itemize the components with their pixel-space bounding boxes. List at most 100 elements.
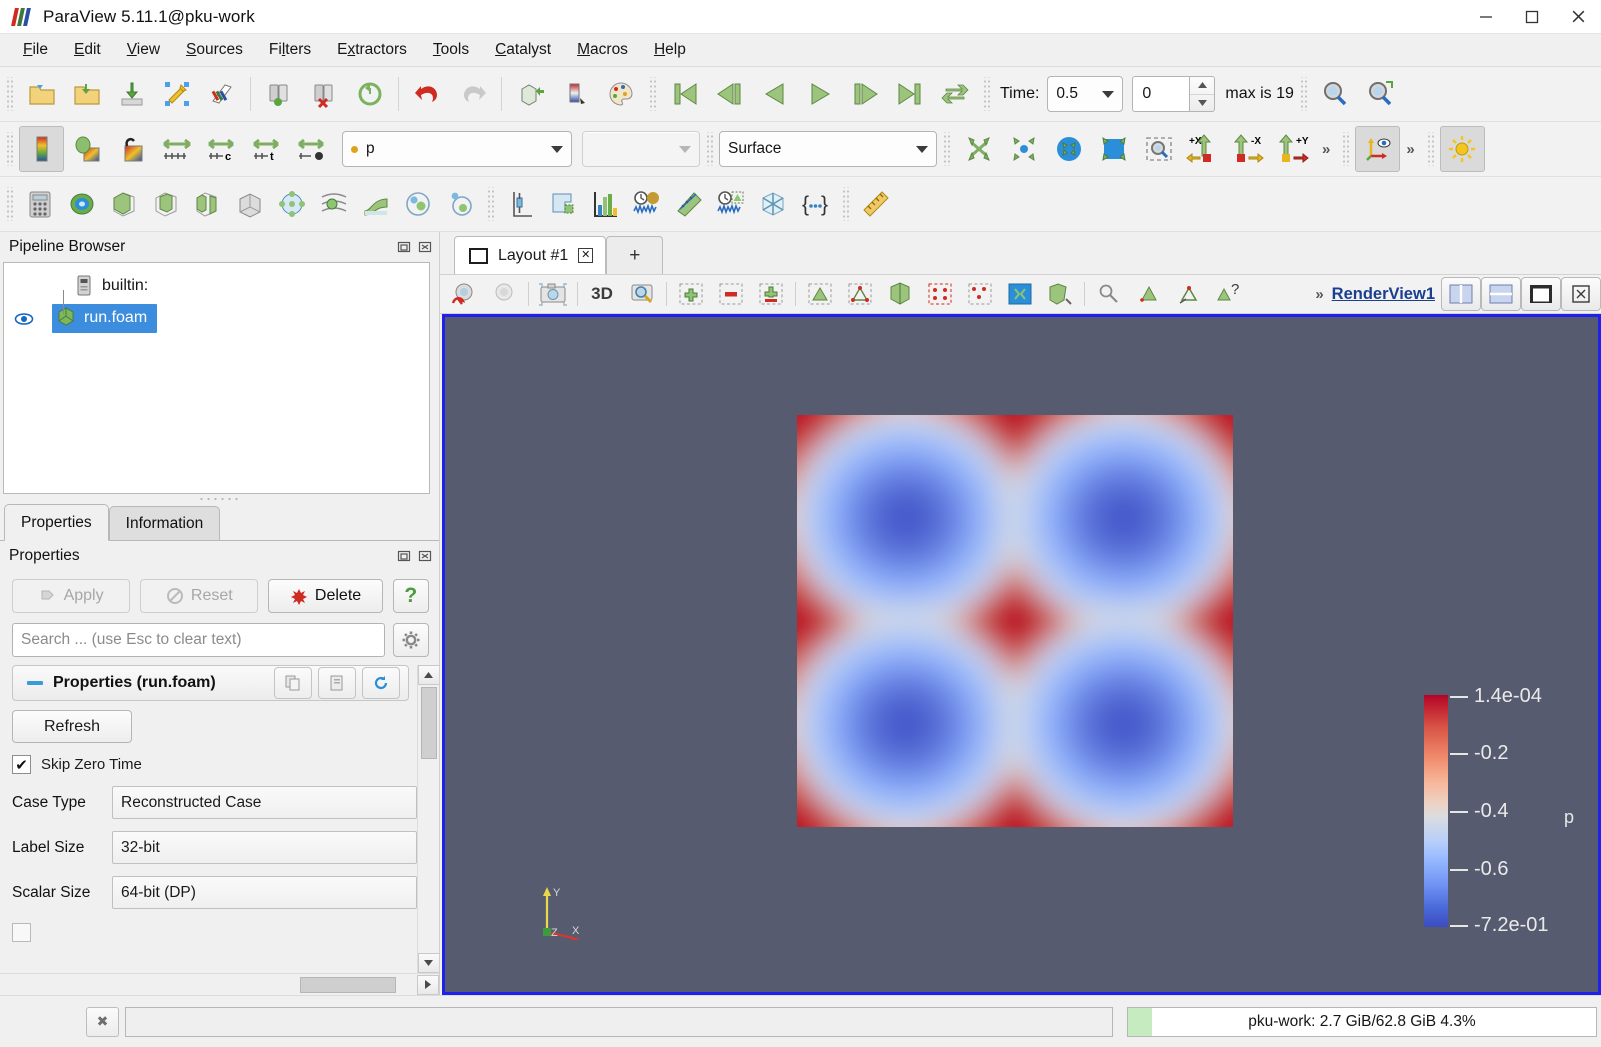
undo-icon[interactable] [405, 71, 450, 117]
rubber-band-icon[interactable] [1136, 126, 1181, 172]
rescale-time-icon[interactable]: t [244, 126, 289, 172]
ruler-icon[interactable] [855, 183, 897, 225]
stepper-up-icon[interactable] [1190, 77, 1215, 95]
close-button[interactable] [1555, 0, 1601, 34]
toolbar-grip[interactable] [942, 132, 951, 166]
menu-file[interactable]: File [10, 37, 61, 63]
hscrollbar-thumb[interactable] [300, 976, 396, 993]
split-vertical-icon[interactable] [1481, 277, 1521, 311]
frame-value[interactable]: 0 [1132, 76, 1191, 112]
plus-x-icon[interactable]: +X [1181, 126, 1226, 172]
scrollbar-thumb[interactable] [420, 687, 437, 759]
play-reverse-icon[interactable] [752, 71, 797, 117]
edit-color-map-icon[interactable] [598, 71, 643, 117]
group-datasets-icon[interactable] [397, 183, 439, 225]
render-view-name[interactable]: RenderView1 [1332, 285, 1435, 304]
reset-button[interactable]: Reset [140, 579, 259, 613]
save-data-icon[interactable] [109, 71, 154, 117]
last-frame-icon[interactable] [887, 71, 932, 117]
block-select-icon[interactable] [920, 276, 960, 312]
case-type-value[interactable]: Reconstructed Case [112, 786, 417, 819]
capture-screenshot-icon[interactable] [533, 276, 573, 312]
frustum-select-icon[interactable] [880, 276, 920, 312]
color-map-icon[interactable] [19, 126, 64, 172]
menu-tools[interactable]: Tools [420, 37, 482, 63]
copy-icon[interactable] [274, 667, 312, 699]
apply-button[interactable]: Apply [12, 579, 131, 613]
help-button[interactable]: ? [392, 579, 429, 613]
open-file-icon[interactable] [19, 71, 64, 117]
axis-aligned-slice-icon[interactable] [752, 183, 794, 225]
properties-vertical-scrollbar[interactable] [417, 665, 439, 973]
scalar-bar-icon[interactable] [553, 71, 598, 117]
close-icon[interactable] [416, 239, 433, 256]
frame-stepper[interactable]: 0 [1132, 76, 1216, 112]
play-icon[interactable] [797, 71, 842, 117]
pressure-field-surface[interactable] [797, 415, 1233, 827]
toolbar-grip[interactable] [1425, 132, 1435, 166]
redo-camera-icon[interactable] [484, 276, 524, 312]
partial-checkbox[interactable] [12, 923, 31, 942]
zoom-to-box-icon[interactable] [1001, 126, 1046, 172]
skip-zero-time-row[interactable]: ✔ Skip Zero Time [12, 755, 417, 774]
menu-view[interactable]: View [114, 37, 173, 63]
rescale-custom-icon[interactable] [109, 126, 154, 172]
select-points-icon[interactable] [840, 276, 880, 312]
frame-stepper-buttons[interactable] [1190, 76, 1216, 112]
reset-session-icon[interactable] [347, 71, 392, 117]
save-screenshot-icon[interactable] [154, 71, 199, 117]
clip-icon[interactable] [103, 183, 145, 225]
split-horizontal-icon[interactable] [1441, 277, 1481, 311]
plus-y-icon[interactable]: +Y [1271, 126, 1316, 172]
array-selector-combo[interactable]: p [342, 131, 572, 167]
camera-undo-icon[interactable] [508, 71, 553, 117]
add-selection-icon[interactable] [671, 276, 711, 312]
redo-icon[interactable] [450, 71, 495, 117]
label-size-value[interactable]: 32-bit [112, 831, 417, 864]
undock-icon[interactable] [395, 239, 412, 256]
connect-server-icon[interactable] [257, 71, 302, 117]
undock-icon[interactable] [395, 548, 412, 565]
select-cells-icon[interactable] [800, 276, 840, 312]
skip-zero-time-checkbox[interactable]: ✔ [12, 755, 31, 774]
toolbar-grip[interactable] [5, 187, 14, 221]
pipeline-item-builtin[interactable]: builtin: [4, 269, 429, 302]
search-input[interactable]: Search ... (use Esc to clear text) [12, 623, 385, 657]
histogram-icon[interactable] [584, 183, 626, 225]
zoom-to-data-icon[interactable] [1046, 126, 1091, 172]
zoom-to-box-icon[interactable] [622, 276, 662, 312]
save-state-icon[interactable] [199, 71, 244, 117]
collapse-icon[interactable] [27, 681, 43, 685]
stepper-down-icon[interactable] [1190, 95, 1214, 112]
properties-group-header[interactable]: Properties (run.foam) [12, 665, 409, 701]
rescale-all-icon[interactable] [289, 126, 334, 172]
select-custom-icon[interactable] [1129, 276, 1169, 312]
toolbar-grip[interactable] [486, 187, 495, 221]
toggle-selection-icon[interactable] [751, 276, 791, 312]
component-selector-combo[interactable] [582, 131, 700, 167]
open-recent-icon[interactable] [64, 71, 109, 117]
menu-edit[interactable]: Edit [61, 37, 114, 63]
undo-camera-icon[interactable] [444, 276, 484, 312]
menu-help[interactable]: Help [641, 37, 699, 63]
close-icon[interactable]: ✕ [578, 248, 594, 263]
subtract-selection-icon[interactable] [711, 276, 751, 312]
previous-frame-icon[interactable] [707, 71, 752, 117]
scroll-right-icon[interactable] [417, 974, 439, 995]
maximize-view-icon[interactable] [1521, 277, 1561, 311]
select-help-icon[interactable]: ? [1209, 276, 1249, 312]
next-frame-icon[interactable] [842, 71, 887, 117]
adjust-camera-icon[interactable] [1091, 126, 1136, 172]
advanced-properties-icon[interactable] [393, 623, 429, 657]
refresh-button[interactable]: Refresh [12, 710, 132, 743]
close-icon[interactable] [416, 548, 433, 565]
pipeline-item-runfoam[interactable]: run.foam [4, 290, 429, 335]
view-toolbar-overflow[interactable]: » [1309, 286, 1329, 303]
tab-layout-1[interactable]: Layout #1 ✕ [454, 236, 607, 274]
toolbar-grip[interactable] [648, 77, 657, 111]
add-layout-button[interactable]: + [606, 236, 664, 274]
render-view-1[interactable]: Y X Z 1.4e-04 -0.2 -0.4 -0.6 -7.2e-01 p [442, 314, 1601, 995]
zoom-closest-icon[interactable] [1358, 71, 1403, 117]
toolbar-grip[interactable] [982, 77, 991, 111]
time-value-combo[interactable]: 0.5 [1047, 76, 1124, 112]
